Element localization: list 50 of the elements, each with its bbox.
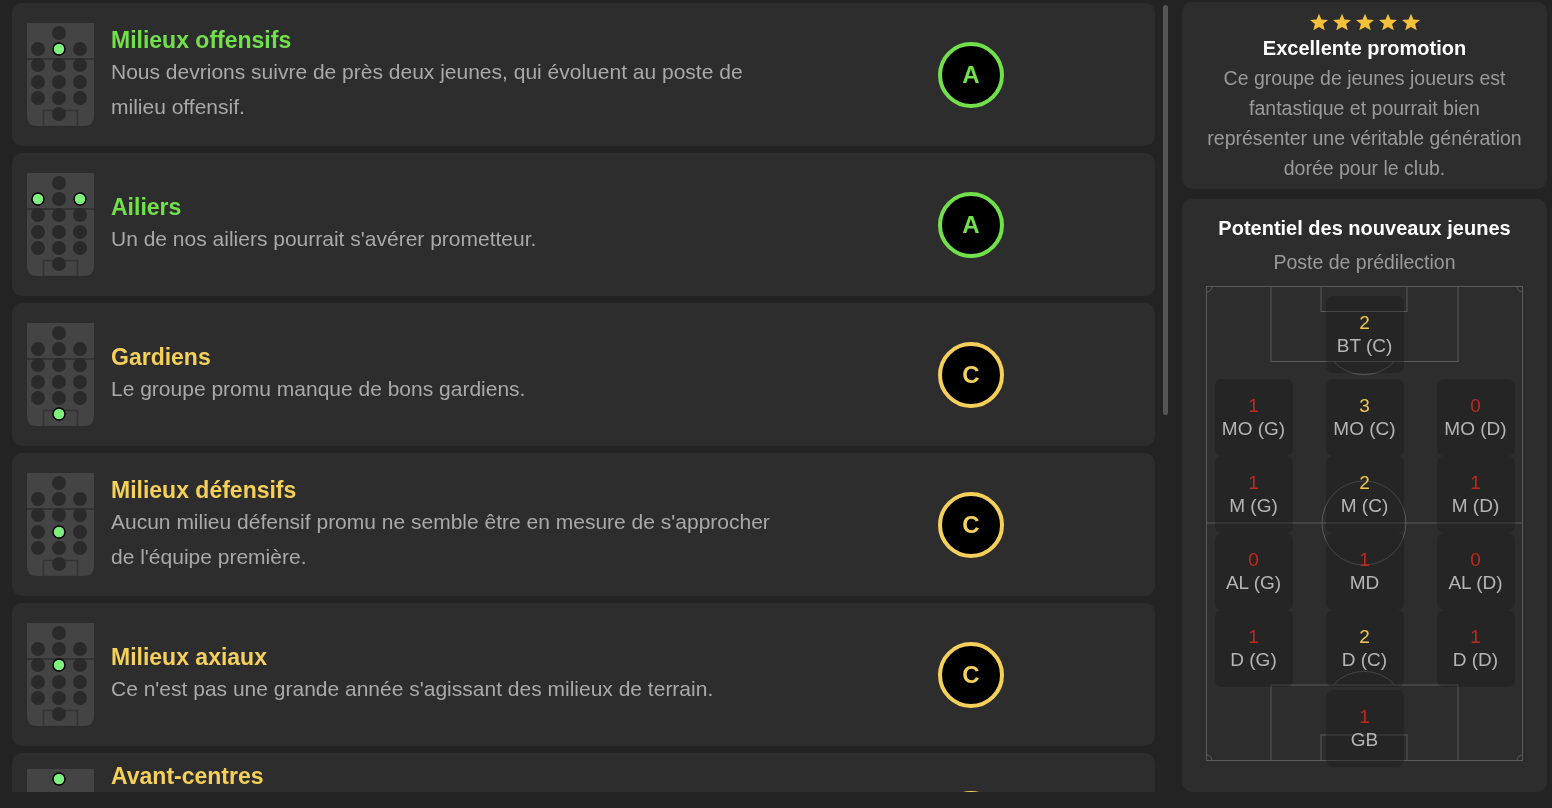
grade-badge: C	[938, 491, 1004, 558]
player-count: 1	[1248, 471, 1259, 494]
player-count: 1	[1359, 548, 1370, 571]
player-count: 0	[1470, 394, 1481, 417]
position-label: GB	[1350, 728, 1379, 752]
grade-badge: A	[938, 191, 1004, 258]
position-label: D (D)	[1452, 648, 1499, 672]
summary-title: Excellente promotion	[1262, 37, 1467, 60]
summary-description: Ce groupe de jeunes joueurs est fantastique et pourrait bien représenter une véritable génération dorée pour le club.	[1206, 66, 1523, 181]
player-count: 1	[1248, 394, 1259, 417]
group-description: Le groupe promu manque de bons gardiens.	[111, 376, 527, 402]
group-title: Gardiens	[111, 343, 212, 371]
group-title: Avant-centres	[111, 762, 265, 790]
group-description: Un de nos ailiers pourrait s'avérer prometteur.	[111, 226, 538, 252]
player-count: 0	[1248, 548, 1259, 571]
mini-pitch-drawing	[27, 769, 94, 792]
group-title: Ailiers	[111, 193, 183, 221]
player-count: 2	[1359, 471, 1370, 494]
position-label: M (D)	[1451, 494, 1500, 518]
position-label: AL (D)	[1448, 571, 1503, 595]
group-description: Aucun milieu défensif promu ne semble être en mesure de s'approcher de l'équipe première.	[111, 508, 771, 570]
position-label: AL (G)	[1225, 571, 1282, 595]
player-count: 1	[1470, 625, 1481, 648]
player-count: 1	[1248, 625, 1259, 648]
group-title: Milieux offensifs	[111, 25, 293, 54]
position-label: MO (D)	[1444, 417, 1507, 441]
player-count: 2	[1359, 625, 1370, 648]
position-label: D (G)	[1230, 648, 1277, 672]
grade-badge: C	[938, 341, 1004, 408]
position-label: D (C)	[1341, 648, 1388, 672]
player-count: 1	[1470, 471, 1481, 494]
position-label: MO (G)	[1221, 417, 1286, 441]
group-title: Milieux défensifs	[111, 475, 298, 504]
position-label: MD	[1349, 571, 1380, 595]
player-count: 3	[1359, 394, 1370, 417]
position-label: BT (C)	[1336, 334, 1393, 358]
grade-badge: C	[938, 641, 1004, 708]
potential-title: Potentiel des nouveaux jeunes	[1218, 217, 1511, 240]
player-count: 2	[1359, 311, 1370, 334]
player-count: 0	[1470, 548, 1481, 571]
group-description: Ce n'est pas une grande année s'agissant des milieux de terrain.	[111, 676, 715, 702]
group-title: Milieux axiaux	[111, 643, 268, 671]
group-description: Nous devrions suivre de près deux jeunes, qui évoluent au poste de milieu offensif.	[111, 58, 744, 120]
position-label: MO (C)	[1333, 417, 1396, 441]
position-label: M (C)	[1340, 494, 1389, 518]
potential-subtitle: Poste de prédilection	[1273, 251, 1456, 274]
player-count: 1	[1359, 705, 1370, 728]
grade-badge: A	[938, 41, 1004, 108]
position-label: M (G)	[1229, 494, 1278, 518]
scrollbar-thumb[interactable]	[1163, 5, 1168, 415]
